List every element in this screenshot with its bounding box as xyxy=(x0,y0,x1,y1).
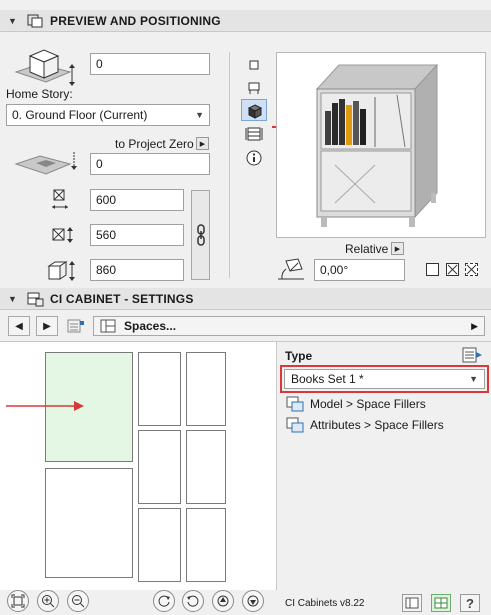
rotate-left-button[interactable] xyxy=(153,590,175,612)
mirror-x-checkbox[interactable] xyxy=(446,263,459,276)
type-label: Type xyxy=(285,349,313,363)
model-link-label: Model > Space Fillers xyxy=(310,397,426,411)
space-cell[interactable] xyxy=(138,352,181,426)
layout-view-button[interactable] xyxy=(402,594,422,612)
rotate-right-button[interactable] xyxy=(182,590,204,612)
width-icon xyxy=(52,189,68,209)
height-icon xyxy=(47,261,75,281)
view-2d-icon[interactable] xyxy=(247,58,261,72)
spaces-grid-icon xyxy=(100,319,116,333)
home-story-select[interactable]: 0. Ground Floor (Current) ▼ xyxy=(6,104,210,126)
zoom-in-icon xyxy=(42,595,55,608)
type-list-icon[interactable] xyxy=(461,346,483,364)
chevron-down-icon: ▼ xyxy=(469,374,478,384)
depth-icon xyxy=(52,227,73,243)
to-project-zero-button[interactable]: ▶ xyxy=(196,137,209,150)
model-space-fillers-link[interactable]: Model > Space Fillers xyxy=(286,396,426,412)
relative-button[interactable]: ▶ xyxy=(391,242,404,255)
offset-field[interactable]: 0 xyxy=(90,153,210,175)
x-mark-icon xyxy=(466,264,477,275)
chain-link-icon xyxy=(196,224,205,246)
view-3d-button[interactable] xyxy=(241,99,267,121)
arrow-left-icon: ◀ xyxy=(15,320,23,332)
preview-divider xyxy=(229,52,230,278)
rotate-right-icon xyxy=(187,595,199,607)
fit-view-button[interactable] xyxy=(7,590,29,612)
nav-back-button[interactable]: ◀ xyxy=(8,316,30,336)
angle-field[interactable]: 0,00° xyxy=(314,259,405,281)
rotate-left-icon xyxy=(158,595,170,607)
relative-label: Relative xyxy=(345,242,389,256)
fit-icon xyxy=(11,594,25,608)
height-field[interactable]: 860 xyxy=(90,259,184,281)
x-mark-icon xyxy=(447,264,458,275)
preview-section-header[interactable]: ▼ PREVIEW AND POSITIONING xyxy=(0,10,491,32)
arrow-up-icon xyxy=(217,595,229,607)
offset-icon xyxy=(14,152,77,175)
space-cell[interactable] xyxy=(186,508,226,582)
home-story-value: 0. Ground Floor (Current) xyxy=(12,108,148,122)
preview-positioning-icon xyxy=(27,14,43,27)
view-front-icon[interactable] xyxy=(246,80,262,96)
cabinet-settings-icon xyxy=(27,292,44,306)
list-settings-icon[interactable] xyxy=(66,318,86,334)
mirror-none-checkbox[interactable] xyxy=(426,263,439,276)
zoom-in-button[interactable] xyxy=(37,590,59,612)
play-icon: ▶ xyxy=(199,140,206,148)
space-cell[interactable] xyxy=(186,352,226,426)
chain-link-button[interactable] xyxy=(191,190,210,280)
type-value: Books Set 1 * xyxy=(291,372,364,386)
path-label: Spaces... xyxy=(124,319,177,333)
zoom-out-button[interactable] xyxy=(67,590,89,612)
help-button[interactable]: ? xyxy=(460,594,480,612)
info-icon[interactable] xyxy=(246,150,262,166)
rotation-angle-icon xyxy=(278,258,304,280)
collapse-triangle-icon[interactable]: ▼ xyxy=(8,294,20,304)
move-up-button[interactable] xyxy=(212,590,234,612)
depth-field[interactable]: 560 xyxy=(90,224,184,246)
attributes-space-fillers-link[interactable]: Attributes > Space Fillers xyxy=(286,417,444,433)
space-layout-area xyxy=(0,342,276,590)
space-cell[interactable] xyxy=(138,508,181,582)
space-cell[interactable] xyxy=(45,468,133,578)
path-selector[interactable]: Spaces... ▶ xyxy=(93,316,485,336)
elevation-field[interactable]: 0 xyxy=(90,53,210,75)
arrow-right-icon: ▶ xyxy=(43,320,51,332)
type-select[interactable]: Books Set 1 * ▼ xyxy=(284,369,485,389)
elevation-icon xyxy=(14,49,75,86)
zoom-out-icon xyxy=(72,595,85,608)
layout-icon xyxy=(405,597,419,609)
highlight-arrow-icon xyxy=(6,401,84,411)
settings-section-title: CI CABINET - SETTINGS xyxy=(50,291,194,306)
arrow-down-icon xyxy=(247,595,259,607)
space-cell[interactable] xyxy=(186,430,226,504)
attributes-link-icon xyxy=(286,417,304,433)
cube-3d-icon xyxy=(247,104,263,119)
play-icon: ▶ xyxy=(394,245,401,253)
space-cell[interactable] xyxy=(138,430,181,504)
width-field[interactable]: 600 xyxy=(90,189,184,211)
help-icon: ? xyxy=(466,595,474,611)
cabinet-3d-preview[interactable] xyxy=(276,52,486,238)
nav-forward-button[interactable]: ▶ xyxy=(36,316,58,336)
move-down-button[interactable] xyxy=(242,590,264,612)
model-link-icon xyxy=(286,396,304,412)
chevron-right-icon: ▶ xyxy=(471,320,478,331)
version-label: CI Cabinets v8.22 xyxy=(285,598,365,609)
panel-divider xyxy=(276,342,277,590)
split-icon xyxy=(434,597,448,609)
attributes-link-label: Attributes > Space Fillers xyxy=(310,418,444,432)
to-project-zero-label: to Project Zero xyxy=(115,137,194,151)
chevron-down-icon: ▼ xyxy=(195,110,204,120)
split-view-button[interactable] xyxy=(431,594,451,612)
preview-section-title: PREVIEW AND POSITIONING xyxy=(50,13,221,28)
view-section-icon[interactable] xyxy=(245,126,265,142)
mirror-y-checkbox[interactable] xyxy=(465,263,478,276)
collapse-triangle-icon[interactable]: ▼ xyxy=(8,16,20,26)
settings-section-header[interactable]: ▼ CI CABINET - SETTINGS xyxy=(0,288,491,310)
cabinet-render xyxy=(315,63,439,227)
home-story-label: Home Story: xyxy=(6,87,73,101)
